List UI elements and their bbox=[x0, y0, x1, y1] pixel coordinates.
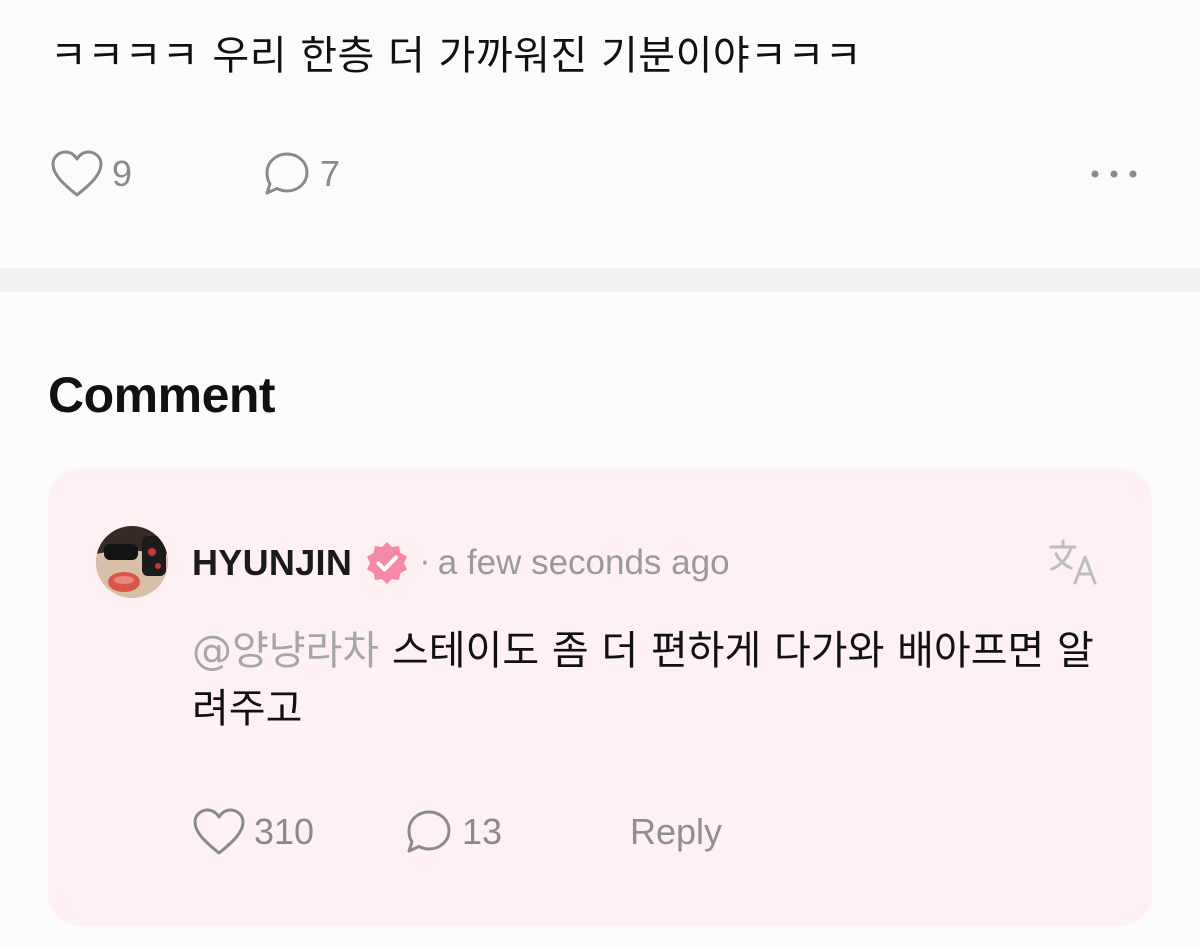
post-like-count: 9 bbox=[112, 153, 133, 194]
avatar[interactable] bbox=[96, 526, 168, 598]
comment-like-count: 310 bbox=[254, 811, 315, 852]
section-divider bbox=[0, 268, 1200, 292]
heart-icon bbox=[50, 149, 104, 199]
mention-link[interactable]: @양냥라차 bbox=[192, 628, 379, 674]
comment-actions: 310 13 Reply bbox=[192, 804, 1092, 860]
comment-timestamp: a few seconds ago bbox=[437, 543, 730, 582]
author-name[interactable]: HYUNJIN bbox=[192, 542, 352, 584]
comment-section-title: Comment bbox=[48, 367, 276, 423]
speech-bubble-icon bbox=[404, 807, 454, 857]
post-comment-button[interactable]: 7 bbox=[262, 146, 340, 202]
post-like-button[interactable]: 9 bbox=[50, 146, 132, 202]
translate-icon bbox=[1047, 537, 1101, 591]
more-horizontal-icon bbox=[1087, 165, 1141, 184]
verified-badge-icon bbox=[364, 540, 410, 586]
comment-body: @양냥라차 스테이도 좀 더 편하게 다가와 배아프면 알려주고 bbox=[192, 622, 1122, 738]
post-actions: 9 7 bbox=[50, 146, 1150, 202]
separator-dot: · bbox=[420, 545, 430, 581]
post-text: ㅋㅋㅋㅋ 우리 한층 더 가까워진 기분이야ㅋㅋㅋ bbox=[50, 33, 863, 79]
comment-reply-count: 13 bbox=[462, 811, 503, 852]
more-options-button[interactable] bbox=[1084, 146, 1144, 202]
comment-replies-button[interactable]: 13 bbox=[404, 804, 502, 860]
reply-button[interactable]: Reply bbox=[630, 804, 722, 860]
comment-author-row: HYUNJIN · a few seconds ago bbox=[192, 538, 730, 588]
translate-button[interactable] bbox=[1046, 536, 1102, 592]
post-comment-count: 7 bbox=[320, 153, 341, 194]
heart-icon bbox=[192, 807, 246, 857]
comment-card: HYUNJIN · a few seconds ago @양냥라차 스테이도 좀… bbox=[48, 468, 1152, 926]
speech-bubble-icon bbox=[262, 149, 312, 199]
comment-like-button[interactable]: 310 bbox=[192, 804, 314, 860]
